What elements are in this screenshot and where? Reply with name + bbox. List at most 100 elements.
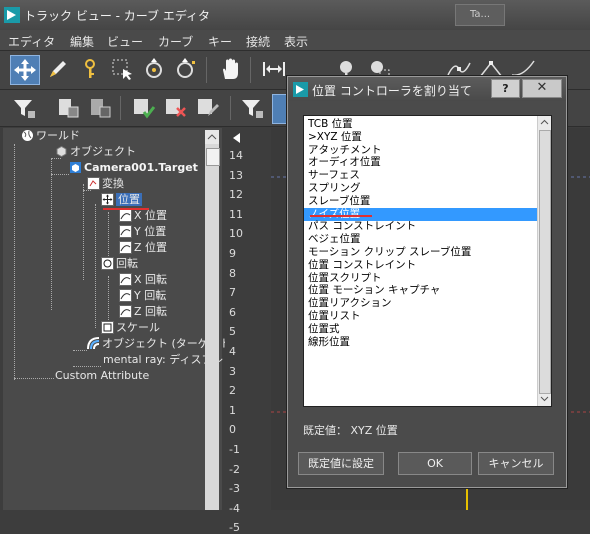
- list-item[interactable]: TCB 位置: [308, 118, 353, 131]
- cross-track-icon: [166, 99, 186, 117]
- x-rotation-icon: [119, 273, 132, 286]
- filter-2-button[interactable]: [238, 94, 266, 122]
- list-item[interactable]: 位置 モーション キャプチャ: [308, 284, 440, 297]
- tree-scroll-thumb[interactable]: [206, 148, 220, 166]
- tree-node-world[interactable]: ワールド: [21, 128, 80, 144]
- tree-label-rotation: 回転: [116, 257, 138, 270]
- list-item[interactable]: 線形位置: [308, 336, 350, 349]
- menu-display[interactable]: 表示: [284, 33, 308, 50]
- menu-edit[interactable]: 編集: [70, 33, 94, 50]
- lock-selection-button[interactable]: [130, 94, 158, 122]
- cancel-button[interactable]: キャンセル: [478, 452, 554, 475]
- list-item[interactable]: パス コンストレイント: [308, 220, 416, 233]
- tree-label-z-rotation: Z 回転: [134, 305, 168, 318]
- edit-track-button[interactable]: [194, 94, 222, 122]
- tree-label-position: 位置: [116, 193, 142, 206]
- tree-scroll-up[interactable]: [205, 130, 219, 144]
- region-select-button[interactable]: [108, 55, 136, 83]
- set-default-button[interactable]: 既定値に設定: [298, 452, 384, 475]
- objects-icon: [56, 145, 67, 158]
- list-item[interactable]: スプリング: [308, 182, 361, 195]
- tree-node-z-rotation[interactable]: Z 回転: [119, 304, 167, 320]
- chevron-down-icon: [540, 396, 549, 402]
- ruler-tick-label: 9: [229, 247, 236, 260]
- help-button[interactable]: ?: [491, 79, 520, 98]
- menu-curve[interactable]: カーブ: [158, 33, 193, 50]
- close-button[interactable]: ✕: [522, 79, 562, 98]
- menu-view[interactable]: ビュー: [107, 33, 143, 50]
- unlock-selection-button[interactable]: [162, 94, 190, 122]
- list-item[interactable]: スレーブ位置: [308, 195, 370, 208]
- list-item[interactable]: アタッチメント: [308, 144, 382, 157]
- ok-button[interactable]: OK: [398, 452, 472, 475]
- filter-button[interactable]: [10, 94, 38, 122]
- tree-node-y-position[interactable]: Y 位置: [119, 224, 166, 240]
- list-item[interactable]: 位置スクリプト: [308, 272, 382, 285]
- dialog-title-bar: 位置 コントローラを割り当て ? ✕: [288, 77, 566, 101]
- tree-label-z-position: Z 位置: [134, 241, 168, 254]
- tree-node-x-rotation[interactable]: X 回転: [119, 272, 167, 288]
- menu-editor[interactable]: エディタ: [8, 33, 55, 50]
- tree-node-objects[interactable]: オブジェクト: [55, 144, 136, 160]
- tree-label-camera-target: Camera001.Target: [84, 161, 198, 174]
- add-keys-button[interactable]: [76, 55, 104, 83]
- ruler-tick-label: 13: [229, 168, 243, 182]
- dialog-title: 位置 コントローラを割り当て: [312, 84, 472, 98]
- list-scroll-thumb[interactable]: [539, 130, 551, 394]
- tree-node-z-position[interactable]: Z 位置: [119, 240, 167, 256]
- zoom-horizontal-button[interactable]: [260, 55, 288, 83]
- filter-selected-button[interactable]: [54, 94, 82, 122]
- ruler-tick-label: 2: [229, 384, 236, 398]
- scale-time-icon: [146, 58, 162, 78]
- arrow-left-icon[interactable]: [231, 132, 243, 144]
- object-parameters-icon: [87, 337, 100, 350]
- tree-node-camera-target[interactable]: Camera001.Target: [69, 160, 198, 176]
- tree-node-transform[interactable]: 変換: [87, 176, 124, 192]
- ruler-tick-label: 1: [229, 403, 236, 417]
- tree-label-x-position: X 位置: [134, 209, 168, 222]
- move-keys-button[interactable]: [10, 55, 40, 85]
- controller-list[interactable]: TCB 位置 >XYZ 位置 アタッチメント オーディオ位置 サーフェス スプリング スレー…: [303, 115, 552, 407]
- list-scrollbar[interactable]: [537, 116, 551, 406]
- assign-controller-button[interactable]: [272, 94, 288, 124]
- controller-tree: ワールド オブジェクト Camera001.Target 変換 位置 X 位置 …: [3, 128, 231, 510]
- window-title: トラック ビュー - カーブ エディタ: [24, 9, 211, 23]
- tree-node-position[interactable]: 位置: [101, 192, 142, 208]
- list-item[interactable]: 位置 コンストレイント: [308, 259, 416, 272]
- tree-node-custom-attribute[interactable]: Custom Attribute: [55, 368, 149, 384]
- z-rotation-icon: [119, 305, 132, 318]
- list-item[interactable]: サーフェス: [308, 169, 360, 182]
- list-item[interactable]: 位置リスト: [308, 310, 361, 323]
- tree-label-objects: オブジェクト: [70, 145, 136, 158]
- filter-animated-button[interactable]: [86, 94, 114, 122]
- slide-keys-button[interactable]: [172, 55, 200, 83]
- transform-icon: [87, 177, 100, 190]
- draw-curves-button[interactable]: [44, 55, 72, 83]
- list-item[interactable]: オーディオ位置: [308, 156, 381, 169]
- menu-connect[interactable]: 接続: [246, 33, 270, 50]
- list-item[interactable]: 位置式: [308, 323, 340, 336]
- edit-track-icon: [198, 99, 219, 116]
- tree-node-scale[interactable]: スケール: [101, 320, 160, 336]
- ruler-tick-label: 4: [229, 345, 236, 358]
- default-controller-label: 既定値： XYZ 位置: [303, 424, 398, 437]
- filter-2-icon: [242, 100, 263, 118]
- chevron-up-icon: [540, 119, 549, 125]
- list-item[interactable]: モーション クリップ スレーブ位置: [308, 246, 471, 259]
- tree-label-scale: スケール: [116, 321, 160, 334]
- list-item[interactable]: ベジェ位置: [308, 233, 361, 246]
- list-item[interactable]: 位置リアクション: [308, 297, 391, 310]
- ruler-tick-label: 3: [229, 364, 236, 378]
- menu-key[interactable]: キー: [208, 33, 232, 50]
- list-item[interactable]: >XYZ 位置: [308, 131, 362, 144]
- tree-scrollbar[interactable]: [205, 130, 220, 510]
- window-title-button[interactable]: Ta...: [455, 4, 505, 26]
- scale-keys-button[interactable]: [140, 55, 168, 83]
- pan-button[interactable]: [216, 55, 244, 83]
- ruler-tick-label: -3: [229, 482, 240, 496]
- tree-node-x-position[interactable]: X 位置: [119, 208, 167, 224]
- annotation-underline-noise: [310, 215, 372, 217]
- tree-node-rotation[interactable]: 回転: [101, 256, 138, 272]
- tree-node-y-rotation[interactable]: Y 回転: [119, 288, 166, 304]
- filter-icon: [14, 100, 35, 118]
